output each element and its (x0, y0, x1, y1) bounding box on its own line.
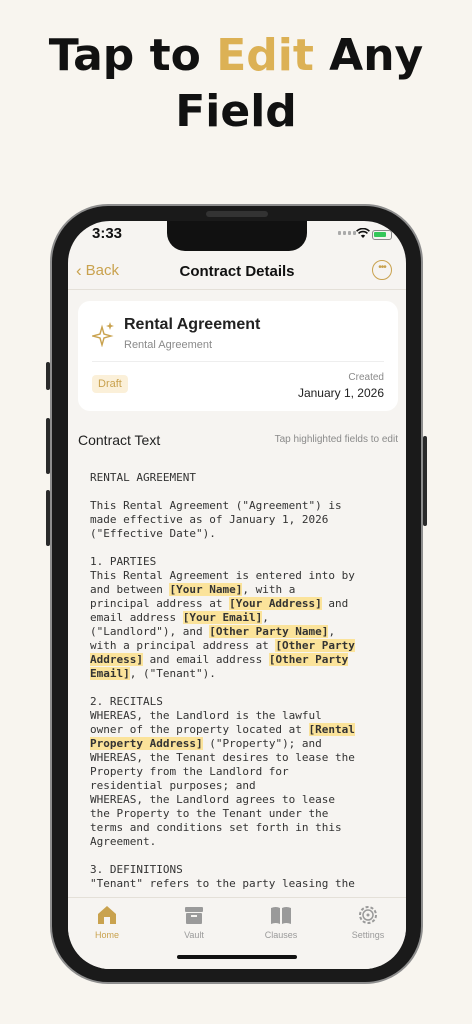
created-label: Created (348, 372, 384, 383)
volume-down-button (46, 490, 50, 546)
home-indicator[interactable] (177, 955, 297, 959)
book-icon (251, 904, 311, 926)
tab-label: Settings (351, 930, 385, 940)
field-your-name[interactable]: [Your Name] (169, 583, 243, 596)
tab-label: Clauses (264, 930, 298, 940)
tab-settings[interactable]: Settings (338, 904, 398, 940)
card-divider (92, 361, 384, 362)
created-date: January 1, 2026 (297, 386, 384, 400)
contract-title: Rental Agreement (124, 316, 261, 333)
field-your-address[interactable]: [Your Address] (229, 597, 322, 610)
power-button (423, 436, 427, 526)
ellipsis-icon: ••• (378, 262, 386, 273)
doc-text: RENTAL AGREEMENT This Rental Agreement (… (90, 471, 355, 596)
headline: Tap to Edit Any Field (0, 28, 472, 140)
tab-label: Home (94, 930, 119, 940)
archive-icon (164, 904, 224, 926)
tab-home[interactable]: Home (77, 904, 137, 940)
doc-text: ("Property"); and WHEREAS, the Tenant de… (90, 737, 355, 890)
status-time: 3:33 (92, 225, 123, 242)
field-other-party-name[interactable]: [Other Party Name] (209, 625, 329, 638)
tab-label: Vault (184, 930, 204, 940)
doc-text: and email address (142, 653, 269, 666)
tab-clauses[interactable]: Clauses (251, 904, 311, 940)
contract-card: Rental Agreement Rental Agreement Draft … (78, 301, 398, 411)
battery-icon (372, 230, 392, 240)
more-options-button[interactable]: ••• (372, 260, 392, 280)
page-title: Contract Details (179, 263, 295, 280)
phone-screen: 3:33 ‹ Back Contract Details ••• Rental … (68, 221, 406, 969)
sparkle-icon (90, 321, 116, 351)
wifi-icon (356, 227, 370, 242)
mute-switch (46, 362, 50, 390)
gear-icon (338, 904, 398, 926)
headline-part1: Tap to (48, 30, 217, 81)
field-your-email[interactable]: [Your Email] (182, 611, 263, 624)
speaker-grille (206, 211, 268, 217)
home-icon (77, 904, 137, 926)
section-hint: Tap highlighted fields to edit (274, 434, 398, 445)
nav-divider (68, 289, 406, 290)
headline-accent: Edit (216, 30, 314, 81)
tab-vault[interactable]: Vault (164, 904, 224, 940)
contract-text: RENTAL AGREEMENT This Rental Agreement (… (90, 471, 390, 896)
volume-up-button (46, 418, 50, 474)
notch (167, 221, 307, 251)
headline-line2: Field (175, 86, 297, 137)
contract-type: Rental Agreement (124, 339, 213, 351)
nav-bar: ‹ Back Contract Details ••• (68, 254, 406, 288)
signal-icon (338, 231, 356, 235)
status-badge: Draft (92, 375, 128, 393)
section-title: Contract Text (78, 432, 161, 448)
headline-part2: Any (313, 30, 424, 81)
